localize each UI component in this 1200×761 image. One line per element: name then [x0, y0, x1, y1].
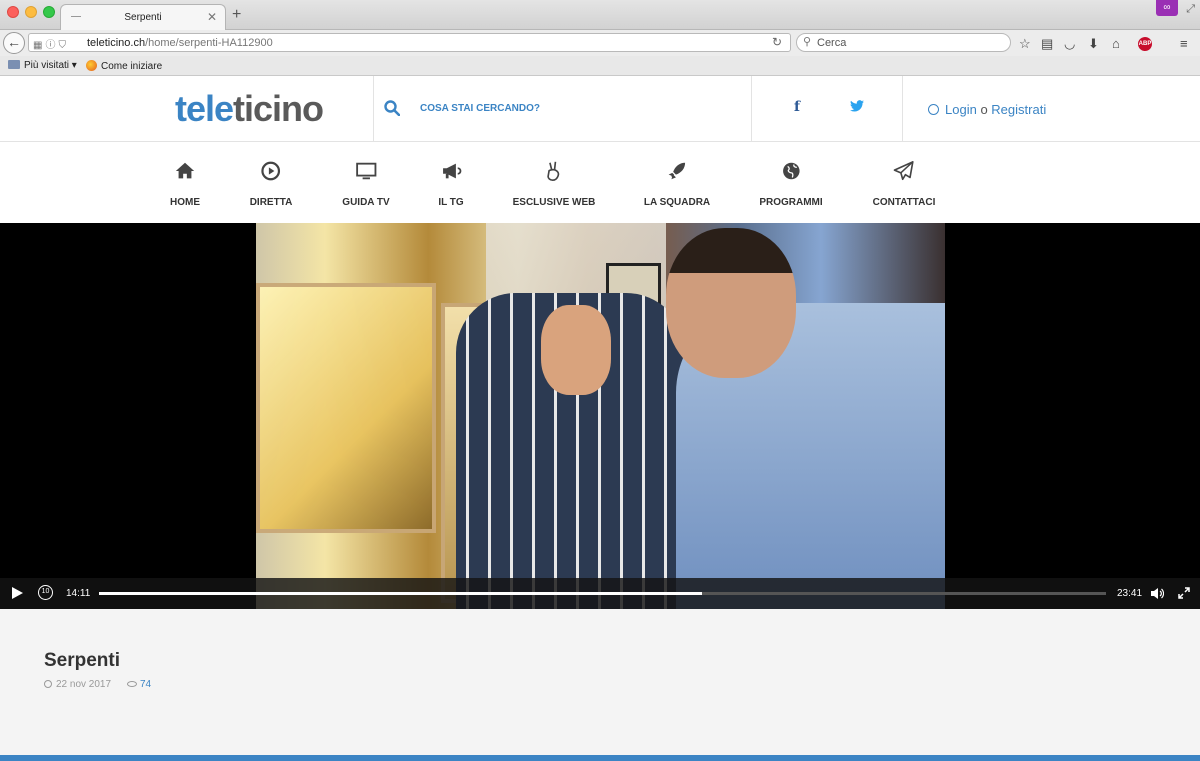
download-icon[interactable]: ⬇ [1088, 36, 1099, 52]
play-circle-icon [261, 161, 281, 181]
private-mask-icon[interactable]: ∞ [1156, 0, 1178, 16]
nav-programmi[interactable]: PROGRAMMI [759, 160, 823, 210]
tab-title: Serpenti [124, 12, 162, 23]
site-info-icon[interactable]: ▦ⓘ⛉ [33, 36, 69, 51]
nav-home[interactable]: HOME [170, 160, 200, 210]
megaphone-icon [442, 163, 462, 179]
browser-chrome: Serpenti ✕ + ∞ ⤢ ← ▦ⓘ⛉ teleticino.ch/hom… [0, 0, 1200, 76]
nav-la-squadra[interactable]: LA SQUADRA [644, 160, 710, 210]
publish-date: 22 nov 2017 [44, 679, 111, 690]
tab-close-icon[interactable]: ✕ [207, 10, 217, 24]
header-divider [373, 76, 374, 142]
facebook-icon[interactable]: f [794, 99, 800, 115]
nav-diretta[interactable]: DIRETTA [250, 160, 292, 210]
duration: 23:41 [1117, 588, 1143, 599]
video-player[interactable]: 10 14:11 23:41 [0, 223, 1200, 609]
volume-icon[interactable] [1150, 587, 1164, 600]
bookmarks-bar: Più visitati ▾ Come iniziare [0, 56, 1200, 76]
reading-list-icon[interactable]: ▤ [1041, 36, 1053, 52]
monitor-icon [355, 162, 377, 180]
pocket-icon[interactable]: ◡ [1064, 36, 1075, 52]
main-navigation: HOME DIRETTA GUIDA TV IL TG ESCLUSIVE WE… [0, 142, 1200, 223]
close-window-button[interactable] [7, 6, 19, 18]
home-icon [175, 162, 195, 179]
globe-icon [782, 162, 800, 180]
player-controls: 10 14:11 23:41 [0, 578, 1200, 609]
bookmark-star-icon[interactable]: ☆ [1019, 36, 1031, 52]
home-toolbar-icon[interactable]: ⌂ [1112, 36, 1120, 51]
rocket-icon [668, 162, 686, 180]
paper-plane-icon [894, 161, 914, 181]
adblock-icon[interactable]: ABP [1138, 37, 1152, 51]
tab-bar: Serpenti ✕ + ∞ ⤢ [0, 0, 1200, 31]
play-icon[interactable] [12, 587, 23, 599]
header-divider [751, 76, 752, 142]
browser-search-placeholder: Cerca [817, 37, 847, 49]
header-divider [902, 76, 903, 142]
navigation-toolbar: ← ▦ⓘ⛉ teleticino.ch/home/serpenti-HA1129… [0, 30, 1200, 56]
hand-peace-icon [547, 161, 560, 181]
nav-guida-tv[interactable]: GUIDA TV [342, 160, 390, 210]
register-link[interactable]: Registrati [991, 102, 1046, 117]
menu-hamburger-icon[interactable]: ≡ [1180, 36, 1188, 51]
rewind-10-icon[interactable]: 10 [38, 585, 53, 600]
fullscreen-icon[interactable] [1178, 587, 1190, 599]
progress-bar[interactable] [99, 592, 1106, 595]
nav-contattaci[interactable]: CONTATTACI [873, 160, 935, 210]
video-frame [256, 223, 945, 609]
page-title: Serpenti [44, 650, 121, 671]
eye-icon [127, 681, 137, 687]
bookmark-getting-started[interactable]: Come iniziare [86, 60, 162, 72]
login-link[interactable]: Login [945, 102, 977, 117]
browser-tab[interactable]: Serpenti ✕ [60, 4, 226, 31]
current-time: 14:11 [66, 588, 91, 599]
twitter-icon[interactable] [850, 99, 864, 113]
search-glass-icon: ⚲ [803, 36, 812, 48]
back-button[interactable]: ← [3, 32, 25, 54]
url-bar[interactable]: ▦ⓘ⛉ teleticino.ch/home/serpenti-HA112900… [28, 33, 791, 52]
view-count: 74 [127, 679, 151, 690]
browser-search-bar[interactable]: ⚲ Cerca [796, 33, 1011, 52]
progress-fill [99, 592, 703, 595]
nav-il-tg[interactable]: IL TG [438, 160, 464, 210]
new-tab-icon[interactable]: + [232, 6, 241, 24]
clock-icon [44, 680, 52, 688]
reload-icon[interactable]: ↻ [772, 35, 782, 49]
minimize-window-button[interactable] [25, 6, 37, 18]
url-text: teleticino.ch/home/serpenti-HA112900 [87, 37, 273, 49]
login-register: Login o Registrati [928, 102, 1046, 117]
search-icon[interactable] [384, 100, 400, 116]
zoom-window-button[interactable] [43, 6, 55, 18]
fullscreen-resize-icon[interactable]: ⤢ [1186, 3, 1195, 16]
footer-bar [0, 755, 1200, 761]
firefox-icon [86, 60, 97, 71]
site-header: teleticino COSA STAI CERCANDO? f Login o… [0, 76, 1200, 142]
site-logo[interactable]: teleticino [175, 88, 324, 130]
folder-icon [8, 60, 20, 69]
site-search-input[interactable]: COSA STAI CERCANDO? [420, 103, 540, 114]
bookmark-most-visited[interactable]: Più visitati ▾ [8, 60, 77, 71]
nav-esclusive-web[interactable]: ESCLUSIVE WEB [513, 160, 595, 210]
user-icon [928, 104, 939, 115]
